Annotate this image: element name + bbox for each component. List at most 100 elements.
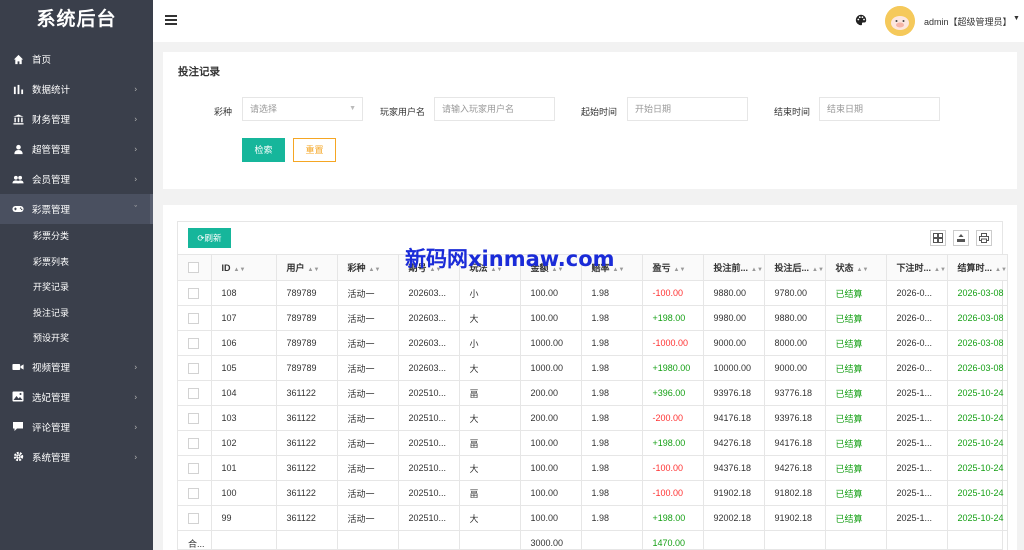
reset-button[interactable]: 重置 xyxy=(293,138,336,162)
sidebar-item-finance[interactable]: 财务管理 › xyxy=(0,104,153,134)
table-cell: 已结算 xyxy=(825,455,887,481)
empty-cell xyxy=(337,530,399,550)
table-cell: 100.00 xyxy=(520,480,582,506)
table-row[interactable]: 106 789789 活动一 202603... 小 1000.00 1.98 -1000.0… xyxy=(178,330,1008,356)
row-checkbox[interactable] xyxy=(188,287,199,299)
submenu-draw-records[interactable]: 开奖记录 xyxy=(0,275,153,301)
select-all-checkbox[interactable] xyxy=(188,262,199,274)
table-row[interactable]: 101 361122 活动一 202510... 大 100.00 1.98 -100.00 9… xyxy=(178,455,1008,481)
table-cell: 99 xyxy=(211,505,277,531)
lottery-select[interactable]: 请选择 ▼ xyxy=(242,97,363,121)
table-cell: 2025-10-24 xyxy=(947,405,1008,431)
row-select-cell[interactable] xyxy=(178,480,212,506)
refresh-button[interactable]: ⟳刷新 xyxy=(188,228,231,248)
table-cell: 2025-1... xyxy=(886,380,948,406)
table-cell: 1000.00 xyxy=(520,355,582,381)
table-row[interactable]: 103 361122 活动一 202510... 大 200.00 1.98 -200.00 9… xyxy=(178,405,1008,431)
column-header[interactable]: 彩种 ▲▼ xyxy=(337,254,399,281)
row-checkbox[interactable] xyxy=(188,412,199,424)
chevron-right-icon: › xyxy=(134,392,137,401)
table-cell: 202510... xyxy=(398,505,460,531)
sidebar-item-comments[interactable]: 评论管理 › xyxy=(0,412,153,442)
player-input[interactable]: 请输入玩家用户名 xyxy=(434,97,555,121)
sidebar-item-home[interactable]: 首页 xyxy=(0,44,153,74)
row-select-cell[interactable] xyxy=(178,380,212,406)
table-row[interactable]: 104 361122 活动一 202510... 畐 200.00 1.98 +396.00 9… xyxy=(178,380,1008,406)
row-checkbox[interactable] xyxy=(188,437,199,449)
table-cell: 2025-1... xyxy=(886,455,948,481)
sidebar-item-superadmin[interactable]: 超管管理 › xyxy=(0,134,153,164)
empty-cell xyxy=(459,530,521,550)
chevron-right-icon: › xyxy=(134,84,137,94)
sidebar-item-system[interactable]: 系统管理 › xyxy=(0,442,153,472)
row-checkbox[interactable] xyxy=(188,387,199,399)
columns-filter-button[interactable] xyxy=(930,230,946,246)
avatar[interactable] xyxy=(885,6,915,36)
palette-icon[interactable] xyxy=(855,14,867,26)
table-row[interactable]: 107 789789 活动一 202603... 大 100.00 1.98 +198.00 9… xyxy=(178,305,1008,331)
column-header[interactable]: ID ▲▼ xyxy=(211,254,277,281)
column-header[interactable]: 投注前... ▲▼ xyxy=(703,254,765,281)
table-cell: 2025-1... xyxy=(886,405,948,431)
table-cell: 已结算 xyxy=(825,305,887,331)
table-row[interactable]: 105 789789 活动一 202603... 大 1000.00 1.98 +1980.0… xyxy=(178,355,1008,381)
table-cell: 91902.18 xyxy=(703,480,765,506)
end-date-input[interactable]: 结束日期 xyxy=(819,97,940,121)
table-cell: 100.00 xyxy=(520,280,582,306)
column-header[interactable]: 状态 ▲▼ xyxy=(825,254,887,281)
row-checkbox[interactable] xyxy=(188,512,199,524)
sidebar-item-video[interactable]: 视频管理 › xyxy=(0,352,153,382)
table-row[interactable]: 108 789789 活动一 202603... 小 100.00 1.98 -100.00 9… xyxy=(178,280,1008,306)
row-select-cell[interactable] xyxy=(178,455,212,481)
menu-toggle-icon[interactable] xyxy=(165,15,177,25)
sidebar-item-stats[interactable]: 数据统计 › xyxy=(0,74,153,104)
user-name[interactable]: admin【超级管理员】 xyxy=(924,15,1012,28)
row-select-cell[interactable] xyxy=(178,430,212,456)
row-checkbox[interactable] xyxy=(188,362,199,374)
table-row[interactable]: 99 361122 活动一 202510... 大 100.00 1.98 +198.00 92… xyxy=(178,505,1008,531)
column-header[interactable]: 投注后... ▲▼ xyxy=(764,254,826,281)
row-checkbox[interactable] xyxy=(188,487,199,499)
user-icon xyxy=(12,143,24,155)
submenu-preset-draw[interactable]: 预设开奖 xyxy=(0,326,153,352)
submenu-lottery-list[interactable]: 彩票列表 xyxy=(0,250,153,276)
table-cell: 1.98 xyxy=(581,505,643,531)
table-cell: 94176.18 xyxy=(703,405,765,431)
column-header[interactable]: 用户 ▲▼ xyxy=(276,254,338,281)
row-select-cell[interactable] xyxy=(178,280,212,306)
submenu-lottery-category[interactable]: 彩票分类 xyxy=(0,224,153,250)
table-cell: 200.00 xyxy=(520,380,582,406)
sidebar-item-lottery[interactable]: 彩票管理 ˇ xyxy=(0,194,153,224)
table-cell: 9000.00 xyxy=(703,330,765,356)
table-cell: 104 xyxy=(211,380,277,406)
row-checkbox[interactable] xyxy=(188,312,199,324)
column-header[interactable]: 盈亏 ▲▼ xyxy=(642,254,704,281)
column-header[interactable]: 结算时... ▲▼ xyxy=(947,254,1008,281)
export-button[interactable] xyxy=(953,230,969,246)
row-select-cell[interactable] xyxy=(178,505,212,531)
table-row[interactable]: 102 361122 活动一 202510... 畐 100.00 1.98 +198.00 9… xyxy=(178,430,1008,456)
search-button[interactable]: 检索 xyxy=(242,138,285,162)
row-select-cell[interactable] xyxy=(178,405,212,431)
row-select-cell[interactable] xyxy=(178,305,212,331)
table-cell: 202603... xyxy=(398,355,460,381)
print-button[interactable] xyxy=(976,230,992,246)
row-select-cell[interactable] xyxy=(178,355,212,381)
row-select-cell[interactable] xyxy=(178,330,212,356)
sidebar-item-selection[interactable]: 选妃管理 › xyxy=(0,382,153,412)
table-cell: 103 xyxy=(211,405,277,431)
table-cell: 91902.18 xyxy=(764,505,826,531)
select-all-cell[interactable] xyxy=(178,254,212,281)
chevron-right-icon: › xyxy=(134,174,137,184)
table-row[interactable]: 100 361122 活动一 202510... 畐 100.00 1.98 -100.00 9… xyxy=(178,480,1008,506)
start-date-input[interactable]: 开始日期 xyxy=(627,97,748,121)
row-checkbox[interactable] xyxy=(188,462,199,474)
table-cell: -200.00 xyxy=(642,405,704,431)
row-checkbox[interactable] xyxy=(188,337,199,349)
submenu-bet-records[interactable]: 投注记录 xyxy=(0,301,153,327)
caret-down-icon[interactable]: ▼ xyxy=(1013,15,1020,22)
table-cell: 108 xyxy=(211,280,277,306)
empty-cell xyxy=(276,530,338,550)
column-header[interactable]: 下注时... ▲▼ xyxy=(886,254,948,281)
sidebar-item-members[interactable]: 会员管理 › xyxy=(0,164,153,194)
